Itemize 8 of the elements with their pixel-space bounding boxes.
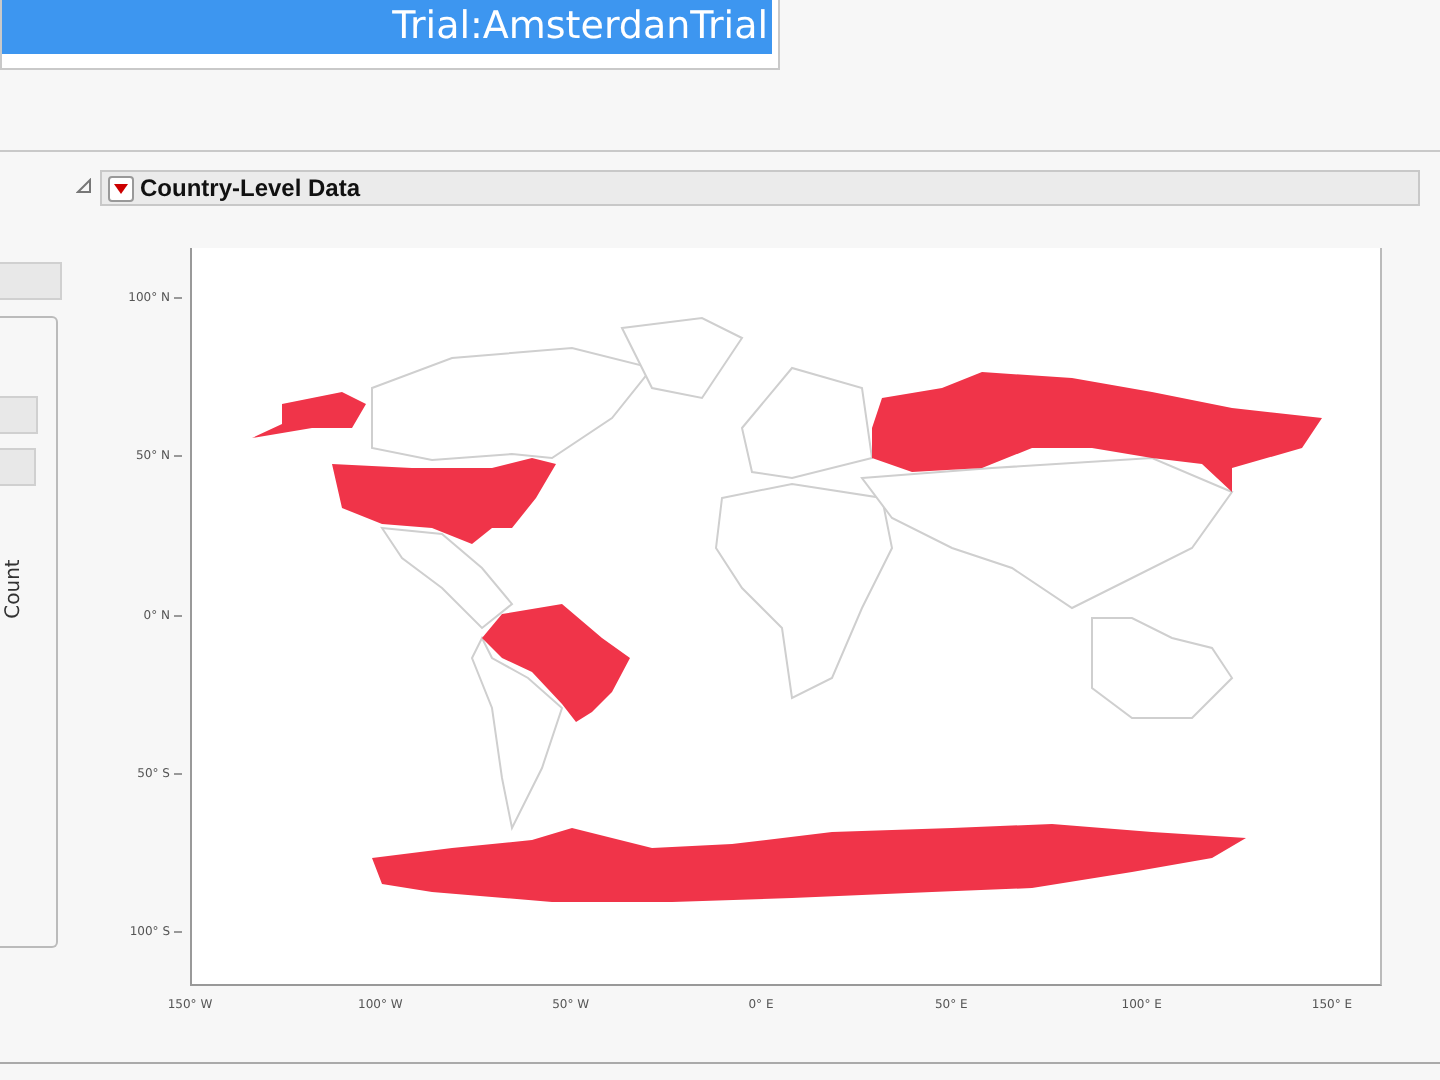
panel-bar bbox=[0, 396, 38, 434]
axis-label: Count bbox=[3, 558, 25, 618]
panel-bar bbox=[0, 448, 36, 486]
window-title: Trial:AmsterdanTrial bbox=[2, 0, 772, 54]
disclosure-icon[interactable] bbox=[76, 177, 96, 199]
panel-bar bbox=[0, 262, 62, 300]
dropdown-icon[interactable] bbox=[108, 175, 134, 201]
panel-title: Country-Level Data bbox=[140, 174, 361, 202]
